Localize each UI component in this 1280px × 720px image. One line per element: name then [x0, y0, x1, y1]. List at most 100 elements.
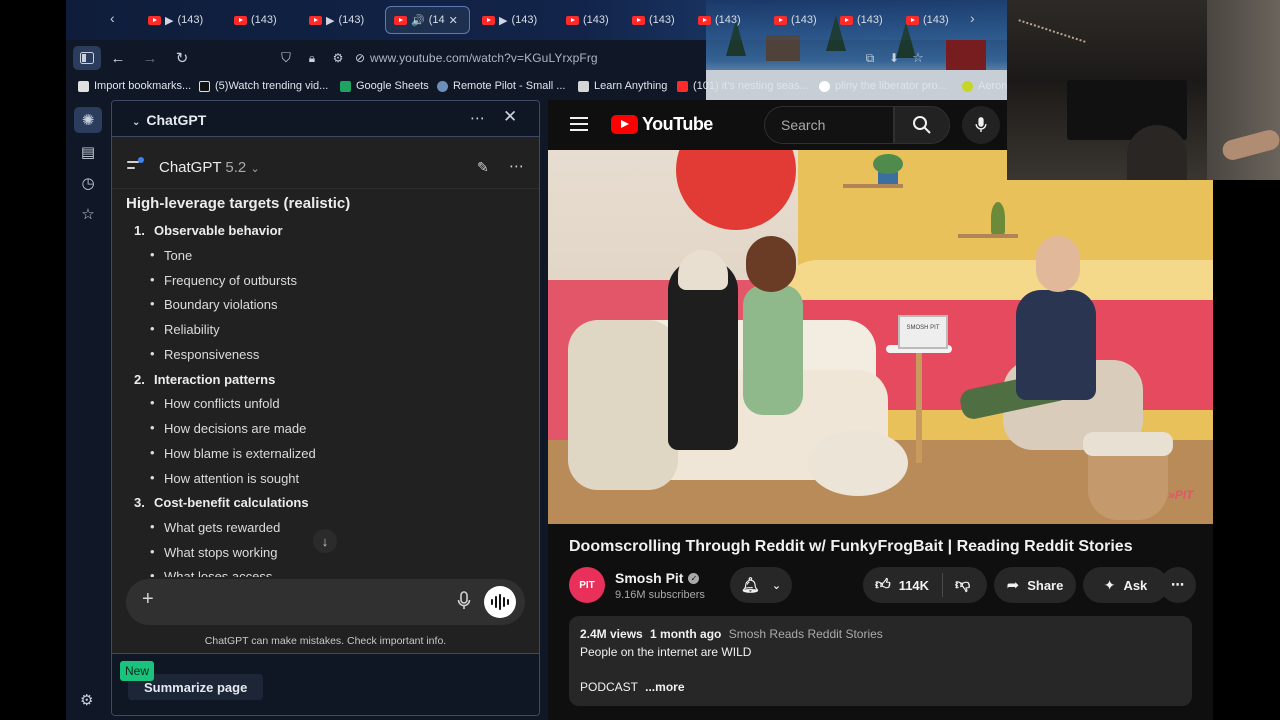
ask-button[interactable]: ✦ Ask: [1083, 567, 1168, 603]
back-button[interactable]: ←: [104, 46, 132, 70]
chevron-down-icon: ⌄: [132, 117, 141, 128]
sidebar-history-button[interactable]: ◷: [74, 170, 102, 196]
youtube-icon: [677, 80, 688, 92]
tab[interactable]: (143): [226, 6, 306, 34]
bookmark-google[interactable]: pliny the liberator pro...: [819, 80, 947, 92]
youtube-icon: [148, 15, 161, 25]
tab[interactable]: (143): [766, 6, 832, 34]
show-more-link[interactable]: ...more: [645, 680, 684, 694]
tab-scroll-left-icon[interactable]: ‹: [110, 10, 115, 26]
message-composer[interactable]: +: [126, 579, 525, 625]
plus-icon: +: [142, 588, 154, 610]
bookmark-aeron[interactable]: Aeron: [962, 80, 1007, 92]
description-text: PODCAST ...more: [580, 680, 685, 694]
sidebar-toggle-button[interactable]: [73, 46, 101, 70]
new-chat-button[interactable]: ✎: [477, 159, 489, 176]
close-tab-icon[interactable]: ✕: [449, 14, 458, 27]
video-description[interactable]: 2.4M views 1 month ago Smosh Reads Reddi…: [569, 616, 1192, 706]
import-icon: [78, 80, 89, 92]
bookmark-youtube[interactable]: (101) it's nesting seas...: [677, 80, 809, 92]
scroll-down-button[interactable]: ↓: [313, 529, 337, 553]
youtube-icon: [309, 15, 322, 25]
channel-avatar[interactable]: PIT: [569, 567, 605, 603]
youtube-logo[interactable]: YouTube: [611, 114, 713, 135]
search-button[interactable]: [894, 106, 950, 144]
url-field[interactable]: www.youtube.com/watch?v=KGuLYrxpFrg: [370, 51, 598, 65]
search-input[interactable]: Search: [764, 106, 894, 144]
tab[interactable]: (143): [624, 6, 690, 34]
tab[interactable]: (143): [690, 6, 756, 34]
list-item: How conflicts unfold: [150, 395, 280, 411]
microphone-icon[interactable]: [456, 591, 472, 611]
dislike-button[interactable]: 👎︎: [943, 576, 970, 594]
youtube-icon: [698, 15, 711, 25]
tab[interactable]: (143): [832, 6, 898, 34]
microphone-icon: [975, 117, 987, 132]
notifications-button[interactable]: 🔔︎ ⌄: [730, 567, 792, 603]
bookmark-tiktok[interactable]: (5)Watch trending vid...: [199, 80, 328, 92]
notification-dot: [138, 157, 144, 163]
address-bar-row: ← → ↻ ⛉ 🔒︎ ⚙ ⊘ www.youtube.com/watch?v=K…: [66, 40, 1007, 76]
youtube-icon: [394, 15, 407, 25]
list-item: Tone: [150, 247, 192, 263]
youtube-play-icon: [611, 115, 638, 134]
list-item: How blame is externalized: [150, 445, 316, 461]
permissions-icon: ⚙: [332, 51, 344, 65]
chat-options-button[interactable]: ⋯: [509, 157, 525, 175]
description-text: People on the internet are WILD: [580, 645, 752, 659]
menu-button[interactable]: [570, 117, 588, 131]
voice-search-button[interactable]: [962, 106, 1000, 144]
lock-button[interactable]: 🔒︎: [298, 46, 326, 70]
thumbs-up-icon: 👍︎: [875, 576, 891, 593]
tab-scroll-right-icon[interactable]: ›: [970, 10, 975, 26]
tracking-off-icon: ⊘: [354, 51, 366, 65]
screen: ‹ ▶ (143) (143) ▶ (143) 🔊 (14 ✕ ▶ (143) …: [0, 0, 1280, 720]
bookmark-google-sheets[interactable]: Google Sheets: [340, 80, 429, 92]
list-item: Boundary violations: [150, 296, 278, 312]
bookmark-remote-pilot[interactable]: Remote Pilot - Small ...: [437, 80, 565, 92]
chatgpt-panel: ⌄ ChatGPT ⋯ ✕ ChatGPT 5.2 ⌄ ✎ ⋯ High-leve…: [111, 100, 540, 716]
sidebar-menu-icon[interactable]: [127, 157, 144, 171]
sidebar-favorites-button[interactable]: ☆: [74, 201, 102, 227]
playlist-link[interactable]: Smosh Reads Reddit Stories: [729, 627, 883, 641]
like-dislike-group: 👍︎ 114K 👎︎: [863, 567, 987, 603]
pages-icon: ▤: [80, 144, 96, 161]
sidebar-chatgpt-button[interactable]: ✺: [74, 107, 102, 133]
bookmark-import[interactable]: Import bookmarks...: [78, 80, 191, 92]
book-icon: [578, 80, 589, 92]
tab-active[interactable]: 🔊 (14 ✕: [385, 6, 470, 34]
sparkle-icon: ✦: [1103, 576, 1116, 593]
like-button[interactable]: 👍︎ 114K: [863, 573, 943, 597]
panel-more-button[interactable]: ⋯: [470, 109, 486, 127]
more-actions-button[interactable]: ⋯: [1160, 567, 1196, 603]
list-item: Frequency of outbursts: [150, 272, 297, 288]
list-item: What loses access: [150, 568, 272, 577]
tab[interactable]: (143): [898, 6, 964, 34]
reload-button[interactable]: ↻: [168, 46, 196, 70]
history-icon: ◷: [81, 175, 95, 192]
sidebar-pages-button[interactable]: ▤: [74, 139, 102, 165]
panel-title[interactable]: ⌄ ChatGPT: [132, 112, 206, 128]
list-section: 3. Cost-benefit calculations: [134, 495, 309, 510]
tab[interactable]: ▶ (143): [474, 6, 554, 34]
youtube-icon: [482, 15, 495, 25]
bookmark-star-button[interactable]: ☆: [904, 46, 932, 70]
share-button[interactable]: ➦ Share: [994, 567, 1076, 603]
forward-button[interactable]: →: [136, 46, 164, 70]
bookmark-learn-anything[interactable]: Learn Anything: [578, 80, 667, 92]
browser-sidebar: ✺ ▤ ◷ ☆: [66, 100, 110, 720]
shield-button[interactable]: ⛉: [272, 46, 300, 70]
voice-mode-button[interactable]: [484, 586, 516, 618]
panel-close-button[interactable]: ✕: [503, 107, 517, 127]
channel-name[interactable]: Smosh Pit ✓: [615, 570, 700, 586]
video-player[interactable]: SMOSH PIT »PIT: [548, 150, 1213, 524]
tab[interactable]: (143): [558, 6, 628, 34]
tab[interactable]: ▶ (143): [301, 6, 381, 34]
chatgpt-icon: ✺: [81, 112, 95, 129]
model-selector[interactable]: ChatGPT 5.2 ⌄: [159, 159, 260, 176]
chevron-down-icon: ⌄: [771, 579, 782, 592]
tab[interactable]: ▶ (143): [140, 6, 222, 34]
settings-button[interactable]: ⚙: [80, 691, 93, 709]
tiktok-icon: [199, 80, 210, 92]
attach-button[interactable]: +: [142, 588, 154, 611]
